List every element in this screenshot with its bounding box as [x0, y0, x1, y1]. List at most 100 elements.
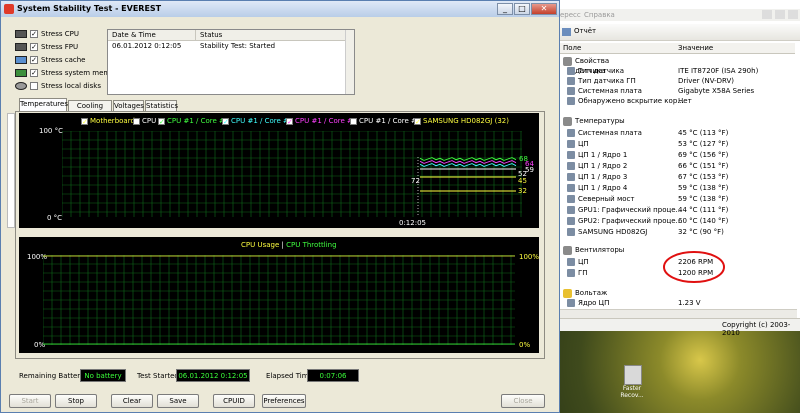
graph-scrollbar[interactable] [7, 113, 15, 228]
report-row[interactable]: Северный мост 59 °C (138 °F) [563, 194, 793, 204]
highlight-ellipse [663, 251, 725, 283]
option-stress-disks[interactable]: Stress local disks [15, 80, 101, 92]
menu-item-favorites[interactable]: ересс [560, 11, 581, 19]
report-row[interactable]: GPU1: Графический проце... 44 °C (111 °F) [563, 205, 793, 215]
report-row[interactable]: Ядро ЦП 1.23 V [563, 298, 793, 308]
field-label: ЦП [578, 258, 589, 266]
checkbox[interactable] [30, 82, 38, 90]
legend-cpu[interactable]: ✓ CPU [133, 117, 156, 125]
field-value: 59 °C (138 °F) [678, 184, 729, 192]
desktop-shortcut[interactable]: Faster Recov... [612, 365, 652, 405]
column-header-datetime[interactable]: Date & Time [108, 30, 196, 41]
field-label: ЦП 1 / Ядро 4 [578, 184, 628, 192]
checkbox[interactable]: ✓ [286, 117, 293, 125]
maximize-button[interactable]: □ [514, 3, 530, 15]
minimize-button[interactable]: _ [497, 3, 513, 15]
horizontal-scrollbar[interactable] [560, 309, 797, 318]
chipset-icon [567, 195, 575, 203]
start-button[interactable]: Start [9, 394, 51, 408]
section-title: Вольтаж [575, 289, 608, 297]
cpu-icon [567, 162, 575, 170]
column-header-field[interactable]: Поле [563, 44, 581, 52]
report-row[interactable]: Системная плата 45 °C (113 °F) [563, 128, 793, 138]
legend-core3[interactable]: ✓ CPU #1 / Core #3 [286, 117, 357, 125]
report-row[interactable]: ЦП 1 / Ядро 4 59 °C (138 °F) [563, 183, 793, 193]
option-stress-cache[interactable]: ✓ Stress cache [15, 54, 85, 66]
checkbox[interactable]: ✓ [350, 117, 357, 125]
title-separator: | [281, 241, 284, 249]
report-row[interactable]: Тип датчика ITE IT8720F (ISA 290h) [563, 66, 793, 76]
checkbox[interactable]: ✓ [222, 117, 229, 125]
report-row[interactable]: Обнаружено вскрытие кор... Нет [563, 96, 793, 106]
report-row[interactable]: ЦП 53 °C (127 °F) [563, 139, 793, 149]
checkbox[interactable]: ✓ [81, 117, 88, 125]
clear-button[interactable]: Clear [111, 394, 153, 408]
tab-voltages[interactable]: Voltages [113, 100, 144, 111]
report-row[interactable]: Тип датчика ГП Driver (NV-DRV) [563, 76, 793, 86]
fpu-icon [15, 43, 27, 51]
field-label: ЦП [578, 140, 589, 148]
field-label: Тип датчика [578, 67, 625, 75]
checkbox[interactable]: ✓ [30, 30, 38, 38]
cpuid-button[interactable]: CPUID [213, 394, 255, 408]
cell-status: Stability Test: Started [200, 42, 276, 50]
vertical-scrollbar[interactable] [345, 30, 354, 94]
report-button[interactable]: Отчёт [560, 26, 608, 38]
legend-label: CPU #1 / Core #3 [295, 117, 358, 125]
close-window-button[interactable]: Close [501, 394, 545, 408]
report-status-bar: Copyright (c) 2003-2010 [557, 318, 800, 337]
tab-cooling-fans[interactable]: Cooling Fans [68, 100, 112, 120]
option-stress-fpu[interactable]: ✓ Stress FPU [15, 41, 78, 53]
thermometer-icon [563, 117, 572, 126]
field-value: 67 °C (153 °F) [678, 173, 729, 181]
copyright-text: Copyright (c) 2003-2010 [722, 321, 791, 337]
gpu-icon [567, 217, 575, 225]
tab-temperatures[interactable]: Temperatures [19, 98, 68, 111]
legend-core2[interactable]: ✓ CPU #1 / Core #2 [222, 117, 293, 125]
table-row[interactable]: 06.01.2012 0:12:05 Stability Test: Start… [108, 41, 354, 52]
title-bar[interactable]: System Stability Test - EVEREST _ □ ✕ [1, 1, 559, 17]
window-title: System Stability Test - EVEREST [17, 4, 162, 13]
test-started-label: Test Started: [137, 372, 182, 380]
close-button[interactable]: ✕ [531, 3, 557, 15]
marker-label: 72 [411, 177, 420, 185]
cpu-usage-graph: CPU Usage | CPU Throttling 100% 0% 100% … [19, 237, 539, 353]
menu-item-help[interactable]: Справка [584, 11, 615, 19]
checkbox[interactable]: ✓ [414, 117, 421, 125]
checkbox[interactable]: ✓ [133, 117, 140, 125]
cache-icon [15, 56, 27, 64]
report-row[interactable]: SAMSUNG HD082GJ 32 °C (90 °F) [563, 227, 793, 237]
preferences-button[interactable]: Preferences [262, 394, 306, 408]
legend-core1[interactable]: ✓ CPU #1 / Core #1 [158, 117, 229, 125]
legend-core4[interactable]: ✓ CPU #1 / Core #4 [350, 117, 421, 125]
toolbar-button[interactable] [788, 10, 798, 19]
report-row[interactable]: ЦП 1 / Ядро 1 69 °C (156 °F) [563, 150, 793, 160]
checkbox[interactable]: ✓ [30, 56, 38, 64]
checkbox[interactable]: ✓ [30, 43, 38, 51]
report-row[interactable]: ЦП 1 / Ядро 2 66 °C (151 °F) [563, 161, 793, 171]
checkbox[interactable]: ✓ [158, 117, 165, 125]
legend-motherboard[interactable]: ✓ Motherboard [81, 117, 135, 125]
toolbar-button[interactable] [775, 10, 785, 19]
toolbar-button[interactable] [762, 10, 772, 19]
save-button[interactable]: Save [157, 394, 199, 408]
legend-label: Motherboard [90, 117, 135, 125]
event-log-table[interactable]: Date & Time Status 06.01.2012 0:12:05 St… [107, 29, 355, 95]
checkbox[interactable]: ✓ [30, 69, 38, 77]
report-row[interactable]: ЦП 1 / Ядро 3 67 °C (153 °F) [563, 172, 793, 182]
option-label: Stress cache [41, 56, 86, 64]
legend-disk[interactable]: ✓ SAMSUNG HD082GJ (32) [414, 117, 509, 125]
tab-statistics[interactable]: Statistics [145, 100, 178, 111]
field-label: SAMSUNG HD082GJ [578, 228, 648, 236]
stop-button[interactable]: Stop [55, 394, 97, 408]
column-header-status[interactable]: Status [196, 30, 354, 41]
temperature-series-line [419, 163, 517, 167]
report-row[interactable]: GPU2: Графический проце... 60 °C (140 °F) [563, 216, 793, 226]
option-stress-memory[interactable]: ✓ Stress system memory [15, 67, 122, 79]
field-label: ЦП 1 / Ядро 3 [578, 173, 628, 181]
option-stress-cpu[interactable]: ✓ Stress CPU [15, 28, 79, 40]
column-header-value[interactable]: Значение [678, 44, 713, 52]
field-label: Тип датчика ГП [578, 77, 636, 85]
report-row[interactable]: Системная плата Gigabyte X58A Series [563, 86, 793, 96]
field-value: Driver (NV-DRV) [678, 77, 735, 85]
